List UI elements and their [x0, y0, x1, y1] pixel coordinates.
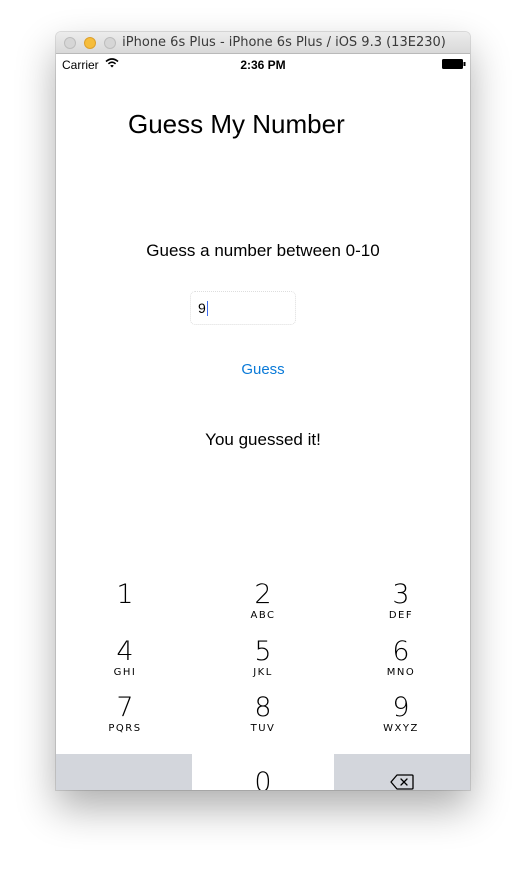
key-digit: 4: [116, 636, 134, 667]
simulator-window: iPhone 6s Plus - iPhone 6s Plus / iOS 9.…: [56, 32, 470, 790]
key-3[interactable]: 3 DEF: [332, 581, 470, 621]
guess-prompt: Guess a number between 0-10: [146, 241, 380, 260]
key-6[interactable]: 6 MNO: [332, 638, 470, 678]
key-letters: TUV: [250, 723, 276, 734]
key-letters: GHI: [113, 667, 137, 678]
text-caret: [206, 301, 208, 316]
delete-backspace-icon: [390, 774, 414, 790]
key-7[interactable]: 7 PQRS: [56, 694, 194, 734]
status-bar: Carrier 2:36 PM: [56, 54, 470, 74]
zoom-window-button[interactable]: [104, 37, 116, 49]
key-5[interactable]: 5 JKL: [194, 638, 332, 678]
key-letters: DEF: [388, 610, 414, 621]
key-digit: 6: [392, 636, 410, 667]
key-2[interactable]: 2 ABC: [194, 581, 332, 621]
key-8[interactable]: 8 TUV: [194, 694, 332, 734]
app-title: Guess My Number: [128, 109, 345, 139]
key-digit: 7: [116, 692, 134, 723]
key-9[interactable]: 9 WXYZ: [332, 694, 470, 734]
key-letters: WXYZ: [383, 723, 419, 734]
key-digit: 0: [254, 767, 272, 790]
key-digit: 9: [392, 692, 410, 723]
battery-icon: [442, 59, 466, 69]
guess-input-value: 9: [198, 300, 206, 316]
device-screen: Carrier 2:36 PM Guess My Number Guess a …: [56, 54, 470, 790]
key-letters: JKL: [253, 667, 273, 678]
key-digit: 3: [392, 579, 410, 610]
key-digit: 1: [116, 579, 134, 610]
result-message: You guessed it!: [205, 430, 321, 449]
guess-button[interactable]: Guess: [56, 361, 470, 378]
close-window-button[interactable]: [64, 37, 76, 49]
guess-input[interactable]: 9: [190, 291, 296, 325]
key-digit: 5: [254, 636, 272, 667]
keypad-blank-key: [56, 754, 192, 790]
window-title: iPhone 6s Plus - iPhone 6s Plus / iOS 9.…: [122, 35, 446, 50]
key-letters: ABC: [250, 610, 276, 621]
key-4[interactable]: 4 GHI: [56, 638, 194, 678]
numeric-keypad: 1 2 ABC 3 DEF 4 GHI 5 JKL 6 MNO 7 PQRS 8…: [56, 566, 470, 790]
window-titlebar[interactable]: iPhone 6s Plus - iPhone 6s Plus / iOS 9.…: [56, 32, 470, 54]
key-digit: 8: [254, 692, 272, 723]
minimize-window-button[interactable]: [84, 37, 96, 49]
key-letters: MNO: [386, 667, 416, 678]
key-digit: 2: [254, 579, 272, 610]
delete-key[interactable]: [334, 754, 470, 790]
status-time: 2:36 PM: [240, 58, 286, 72]
key-1[interactable]: 1: [56, 581, 194, 610]
key-0[interactable]: 0: [192, 769, 334, 790]
key-letters: PQRS: [108, 723, 142, 734]
